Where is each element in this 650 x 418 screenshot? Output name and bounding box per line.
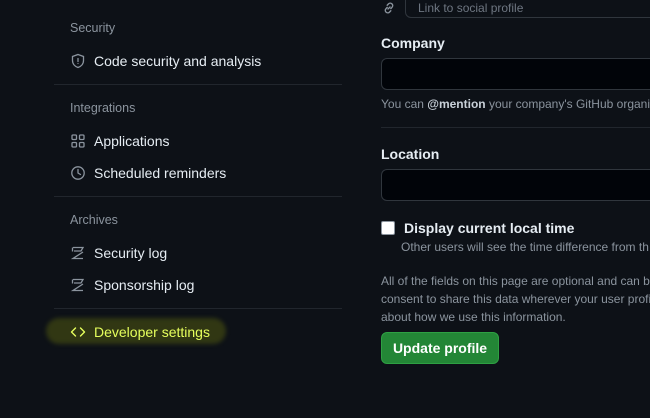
section-title-archives: Archives: [70, 213, 118, 227]
apps-grid-icon: [70, 133, 86, 149]
section-title-security: Security: [70, 21, 116, 35]
social-profile-input[interactable]: Link to social profile: [405, 0, 650, 18]
local-time-label: Display current local time: [404, 220, 575, 236]
sidebar-item-scheduled-reminders[interactable]: Scheduled reminders: [54, 158, 342, 188]
sidebar-item-sponsorship-log[interactable]: Sponsorship log: [54, 270, 342, 300]
clock-icon: [70, 165, 86, 181]
local-time-checkbox[interactable]: [381, 221, 395, 235]
sidebar-item-applications[interactable]: Applications: [54, 126, 342, 156]
update-profile-button[interactable]: Update profile: [381, 332, 499, 364]
divider: [54, 84, 342, 85]
company-input[interactable]: [381, 58, 650, 90]
sidebar-item-label: Code security and analysis: [94, 53, 262, 69]
company-note: You can @mention your company's GitHub o…: [381, 97, 650, 111]
divider: [54, 308, 342, 309]
sidebar-item-label: Scheduled reminders: [94, 165, 227, 181]
company-label: Company: [381, 35, 445, 51]
sidebar-item-label: Sponsorship log: [94, 277, 195, 293]
sidebar-item-label: Applications: [94, 133, 170, 149]
location-label: Location: [381, 146, 440, 162]
privacy-line: consent to share this data wherever your…: [381, 292, 650, 306]
privacy-line: about how we use this information.: [381, 310, 566, 324]
log-icon: [70, 245, 86, 261]
privacy-note: All of the fields on this page are optio…: [381, 272, 650, 326]
section-title-integrations: Integrations: [70, 101, 136, 115]
log-icon: [70, 277, 86, 293]
sidebar-item-code-security[interactable]: Code security and analysis: [54, 46, 342, 76]
sidebar-item-label: Security log: [94, 245, 168, 261]
sidebar-item-developer-settings[interactable]: Developer settings: [54, 317, 342, 347]
privacy-line: All of the fields on this page are optio…: [381, 274, 650, 288]
sidebar-item-label: Developer settings: [94, 324, 210, 340]
divider: [381, 127, 650, 128]
shield-icon: [70, 53, 86, 69]
local-time-note: Other users will see the time difference…: [401, 240, 649, 254]
location-input[interactable]: [381, 169, 650, 201]
link-icon: [381, 0, 397, 16]
divider: [54, 196, 342, 197]
local-time-row: Display current local time: [381, 219, 574, 237]
code-icon: [70, 324, 86, 340]
sidebar-item-security-log[interactable]: Security log: [54, 238, 342, 268]
social-link-row: Link to social profile: [381, 0, 650, 20]
